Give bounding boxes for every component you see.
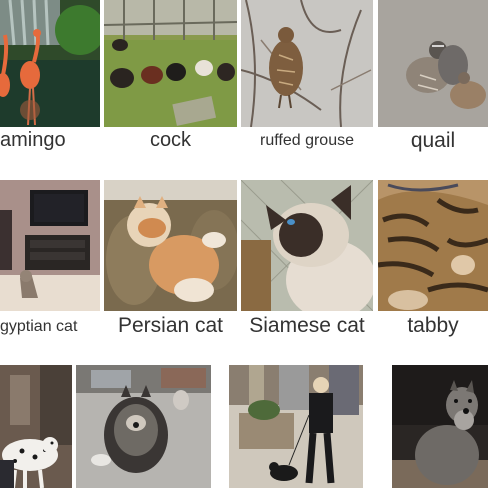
schnauzer-image xyxy=(392,365,488,488)
persian-cat-image xyxy=(104,180,237,311)
label-flamingo: amingo xyxy=(0,129,66,151)
flamingo-image xyxy=(0,0,100,127)
label-egyptian-cat: gyptian cat xyxy=(0,318,78,335)
siamese-cat-image xyxy=(241,180,373,311)
label-siamese-cat: Siamese cat xyxy=(249,314,365,337)
ruffed-grouse-image xyxy=(241,0,373,127)
label-quail: quail xyxy=(410,129,456,152)
egyptian-cat-image xyxy=(0,180,100,311)
label-ruffed-grouse: ruffed grouse xyxy=(260,132,354,149)
label-persian-cat: Persian cat xyxy=(117,314,224,337)
quail-image xyxy=(378,0,488,127)
keeshond-image xyxy=(76,365,211,488)
dalmatian-image xyxy=(0,365,72,488)
woman-walking-dog-image xyxy=(229,365,363,488)
tabby-image xyxy=(378,180,488,311)
cock-image xyxy=(104,0,237,127)
label-cock: cock xyxy=(149,129,192,151)
label-tabby: tabby xyxy=(407,314,459,337)
